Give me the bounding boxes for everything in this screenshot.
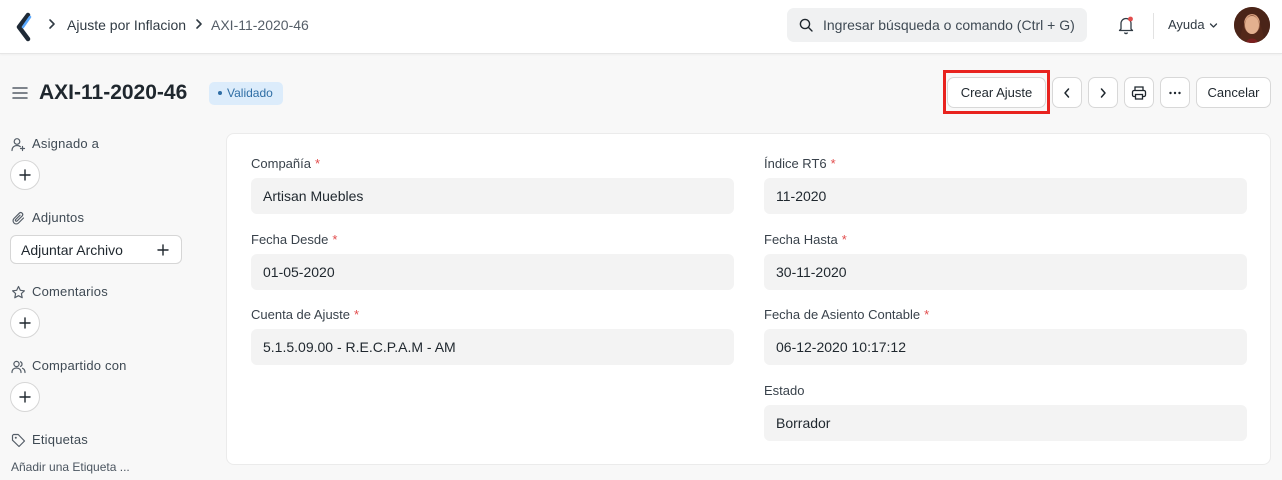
page-title: AXI-11-2020-46 xyxy=(39,81,188,104)
status-badge: Validado xyxy=(209,82,283,105)
attach-file-label: Adjuntar Archivo xyxy=(21,242,123,258)
create-adjustment-button[interactable]: Crear Ajuste xyxy=(947,77,1046,108)
company-field[interactable]: Artisan Muebles xyxy=(251,178,734,214)
attachments-label: Adjuntos xyxy=(32,210,85,225)
adjustment-account-field[interactable]: 5.1.5.09.00 - R.E.C.P.A.M - AM xyxy=(251,329,734,365)
attach-file-button[interactable]: Adjuntar Archivo xyxy=(10,235,182,264)
rt6-index-field[interactable]: 11-2020 xyxy=(764,178,1247,214)
print-button[interactable] xyxy=(1124,77,1154,108)
cancel-button[interactable]: Cancelar xyxy=(1196,77,1271,108)
date-from-field[interactable]: 01-05-2020 xyxy=(251,254,734,290)
breadcrumb-doctype[interactable]: Ajuste por Inflacion xyxy=(67,16,186,34)
status-label: Estado xyxy=(764,383,805,398)
plus-icon xyxy=(19,391,31,403)
add-assignee-button[interactable] xyxy=(10,160,40,190)
plus-icon xyxy=(157,244,169,256)
add-comment-button[interactable] xyxy=(10,308,40,338)
form-card: Compañía * Artisan Muebles Índice RT6 * 11… xyxy=(226,133,1271,465)
plus-icon xyxy=(19,169,31,181)
search-bar[interactable]: Ingresar búsqueda o comando (Ctrl + G) xyxy=(787,8,1087,42)
tag-icon xyxy=(11,433,26,448)
posting-date-field[interactable]: 06-12-2020 10:17:12 xyxy=(764,329,1247,365)
rt6-index-label: Índice RT6 * xyxy=(764,156,836,171)
company-label: Compañía * xyxy=(251,156,321,171)
status-badge-label: Validado xyxy=(227,86,273,100)
assigned-to-label: Asignado a xyxy=(32,136,100,151)
status-dot xyxy=(218,90,222,95)
chevron-right-icon xyxy=(49,19,55,29)
notification-bell-icon[interactable] xyxy=(1117,15,1135,35)
navbar-divider xyxy=(1153,13,1154,39)
date-from-label: Fecha Desde * xyxy=(251,232,338,247)
search-input[interactable]: Ingresar búsqueda o comando (Ctrl + G) xyxy=(823,17,1075,33)
next-record-button[interactable] xyxy=(1088,77,1118,108)
posting-date-label: Fecha de Asiento Contable * xyxy=(764,307,930,322)
date-to-field[interactable]: 30-11-2020 xyxy=(764,254,1247,290)
breadcrumb-document[interactable]: AXI-11-2020-46 xyxy=(211,16,309,34)
chevron-down-icon[interactable] xyxy=(1209,21,1218,30)
plus-icon xyxy=(19,317,31,329)
help-menu[interactable]: Ayuda xyxy=(1168,17,1205,33)
navbar: Ajuste por Inflacion AXI-11-2020-46 Ingr… xyxy=(0,0,1282,54)
star-icon xyxy=(12,285,25,299)
previous-record-button[interactable] xyxy=(1052,77,1082,108)
paperclip-icon xyxy=(12,212,25,225)
assign-user-icon xyxy=(11,138,26,152)
chevron-right-icon xyxy=(1100,87,1106,98)
search-icon xyxy=(799,18,813,32)
status-field[interactable]: Borrador xyxy=(764,405,1247,441)
user-avatar[interactable] xyxy=(1234,7,1270,43)
chevron-right-icon xyxy=(196,19,202,29)
chevron-left-icon xyxy=(1064,87,1070,98)
comments-label: Comentarios xyxy=(32,284,108,299)
add-share-button[interactable] xyxy=(10,382,40,412)
sidebar-toggle-icon[interactable] xyxy=(12,86,28,100)
adjustment-account-label: Cuenta de Ajuste * xyxy=(251,307,360,322)
shared-users-icon xyxy=(11,360,26,374)
more-dots-icon xyxy=(1169,91,1181,94)
more-actions-button[interactable] xyxy=(1160,77,1190,108)
app-logo-icon[interactable] xyxy=(14,12,36,42)
shared-with-label: Compartido con xyxy=(32,358,127,373)
printer-icon xyxy=(1131,85,1147,100)
date-to-label: Fecha Hasta * xyxy=(764,232,847,247)
tags-label: Etiquetas xyxy=(32,432,89,447)
add-tag-link[interactable]: Añadir una Etiqueta ... xyxy=(11,459,130,475)
